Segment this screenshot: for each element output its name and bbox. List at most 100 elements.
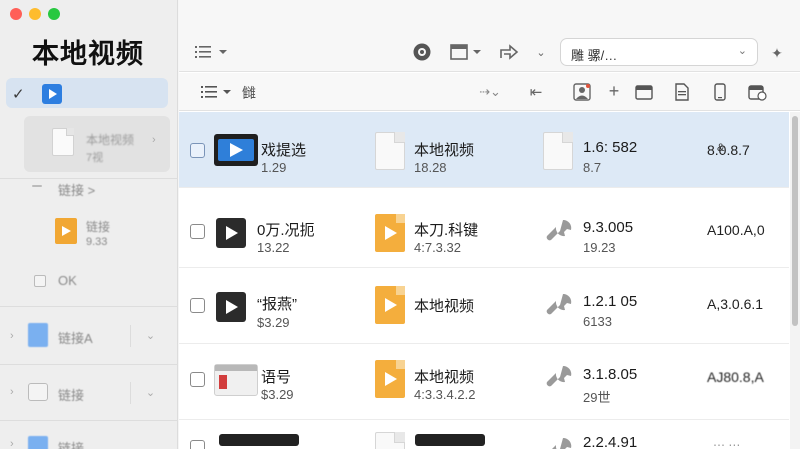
document-icon (375, 132, 405, 170)
chevron-right-icon[interactable]: › (10, 330, 14, 342)
checkbox-icon[interactable] (34, 275, 46, 287)
main-content: ⌄ 雕 骡/… ⌄ ✦ 雠 ⇢⌄ ⇤ + 戏提选 1.29 本地视频 18.28… (179, 0, 800, 449)
video-thumbnail (415, 434, 485, 446)
list-row[interactable]: 语号 $3.29 本地视频 4:3.3.4.2.2 3.1.8.05 29世 A… (179, 344, 789, 420)
item-value-prefix: & (717, 142, 725, 154)
video-file-icon (375, 360, 405, 398)
sidebar-item-label[interactable]: 链接 (86, 218, 110, 235)
list-view-icon (195, 46, 227, 58)
redirect-icon[interactable]: ⇢⌄ (475, 81, 505, 103)
minus-icon (32, 185, 42, 187)
item-folder-sub: 18.28 (414, 160, 447, 175)
item-name: 0万.况扼 (257, 222, 315, 239)
row-checkbox[interactable] (190, 224, 205, 239)
sidebar-item-label[interactable]: OK (58, 273, 77, 288)
preview-card-label: 本地视频 (86, 133, 135, 147)
list-icon (201, 86, 231, 98)
calendar-icon (748, 85, 767, 101)
close-window-button[interactable] (10, 8, 22, 20)
wrench-icon (552, 437, 572, 449)
item-version: 3.1.8.05 (583, 366, 638, 383)
window-controls (10, 8, 60, 20)
item-size: $3.29 (261, 387, 294, 402)
item-version: 1.6: 582 (583, 139, 638, 156)
search-field[interactable]: 雕 骡/… ⌄ (560, 38, 758, 66)
sidebar-item-label[interactable]: 链接 (58, 385, 84, 404)
camera-button[interactable] (409, 40, 435, 64)
sort-menu-button[interactable] (197, 82, 237, 102)
list-row[interactable]: 0万.况扼 13.22 本刀.科键 4:7.3.32 9.3.005 19.23… (179, 192, 789, 268)
chevron-down-icon[interactable]: ⌄ (533, 40, 549, 64)
scrollbar-thumb[interactable] (792, 116, 798, 326)
wrench-icon (546, 219, 572, 241)
wrench-icon (546, 365, 572, 387)
document-icon (675, 83, 689, 101)
add-icon[interactable]: + (603, 80, 625, 102)
item-size: 13.22 (257, 240, 290, 255)
item-version: 2.2.4.91 (583, 434, 638, 449)
row-checkbox[interactable] (190, 440, 205, 449)
chevron-right-icon[interactable]: › (10, 438, 14, 449)
more-icon: ⋯ ⋯ (713, 438, 741, 449)
list-view-button[interactable] (191, 40, 231, 64)
blue-doc-icon (28, 323, 48, 347)
calendar-button[interactable] (745, 81, 769, 103)
folder-button[interactable] (633, 81, 655, 103)
checkmark-icon: ✓ (12, 86, 25, 103)
sparkle-icon[interactable]: ✦ (765, 41, 789, 65)
row-checkbox[interactable] (190, 143, 205, 158)
item-name: 戏提选 (261, 142, 307, 159)
row-checkbox[interactable] (190, 298, 205, 313)
item-version: 1.2.1 05 (583, 293, 638, 310)
chevron-down-icon[interactable]: ⌄ (130, 325, 170, 347)
document-icon (543, 132, 573, 170)
divider (0, 306, 178, 307)
search-input[interactable]: 雕 骡/… (571, 45, 617, 64)
item-name: 语号 (261, 369, 292, 386)
person-icon[interactable] (571, 81, 593, 103)
item-name: “报燕” (257, 296, 297, 313)
back-arrow-icon[interactable]: ⇤ (525, 81, 547, 103)
video-thumbnail (214, 364, 258, 396)
chevron-down-icon[interactable]: ⌄ (130, 382, 170, 404)
chevron-right-icon[interactable]: › (10, 386, 14, 398)
video-thumbnail (216, 218, 246, 248)
video-file-icon (375, 286, 405, 324)
list-row[interactable]: 2.2.4.91 ⋯ ⋯ (179, 420, 789, 449)
item-value: AJ80.8,A (707, 369, 764, 385)
list-row[interactable]: 戏提选 1.29 本地视频 18.28 1.6: 582 8.7 8.0.8.7… (179, 112, 789, 188)
contact-icon (573, 83, 591, 101)
list-row[interactable]: “报燕” $3.29 本地视频 1.2.1 05 6133 A,3.0.6.1 (179, 268, 789, 344)
document-icon (52, 128, 74, 156)
item-version-sub: 6133 (583, 314, 612, 329)
item-value: 8.0.8.7 (707, 142, 750, 158)
chevron-down-icon[interactable]: ⌄ (738, 44, 747, 57)
sidebar-item-label[interactable]: 链接 (58, 438, 84, 449)
sidebar: 本地视频 ✓ 本地视频 7视 › 链接 > 链接 9.33 OK › 链接A ⌄… (0, 0, 178, 449)
folder-icon (635, 85, 653, 100)
video-thumbnail (216, 292, 246, 322)
wrench-icon (546, 293, 572, 315)
minimize-window-button[interactable] (29, 8, 41, 20)
item-folder: 本刀.科键 (414, 222, 479, 239)
sub-toolbar: 雠 ⇢⌄ ⇤ + (179, 73, 800, 111)
item-value: A,3.0.6.1 (707, 296, 764, 312)
video-folder-icon (42, 84, 62, 104)
share-menu-button[interactable] (447, 40, 485, 64)
blue-doc-icon (28, 436, 48, 449)
scrollbar[interactable] (790, 112, 800, 449)
zoom-window-button[interactable] (48, 8, 60, 20)
divider (0, 420, 178, 421)
sidebar-item-sublabel: 9.33 (86, 236, 108, 248)
video-thumbnail (219, 434, 299, 446)
document-button[interactable] (671, 81, 693, 103)
forward-button[interactable] (497, 40, 521, 64)
sidebar-item-local-video[interactable] (6, 78, 168, 108)
row-checkbox[interactable] (190, 372, 205, 387)
phone-button[interactable] (709, 81, 731, 103)
sidebar-item-label[interactable]: 链接 > (58, 180, 95, 199)
item-size: $3.29 (257, 315, 290, 330)
sidebar-item-label[interactable]: 链接A (58, 328, 93, 347)
divider (0, 364, 178, 365)
toolbar: ⌄ 雕 骡/… ⌄ ✦ (179, 0, 800, 72)
